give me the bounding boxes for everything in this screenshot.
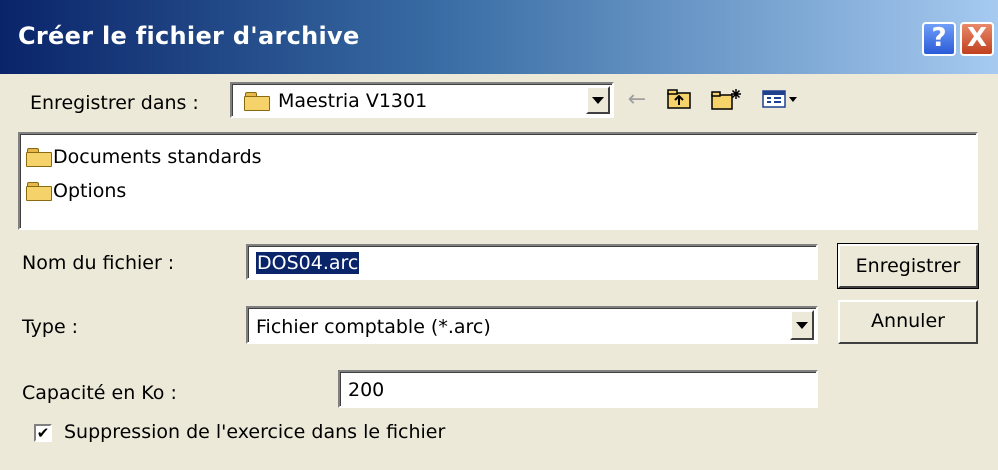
delete-option-checkbox[interactable]: ✔ [34,424,52,442]
list-item[interactable]: Documents standards [26,146,262,168]
close-button[interactable]: X [960,22,994,56]
cancel-button[interactable]: Annuler [838,300,978,344]
file-type-label: Type : [22,316,79,338]
save-in-value: Maestria V1301 [278,90,428,112]
capacity-input[interactable]: 200 [338,370,818,408]
back-icon[interactable]: ← [620,84,654,114]
up-folder-icon[interactable] [660,84,698,114]
capacity-value: 200 [348,379,385,401]
title-bar[interactable]: Créer le fichier d'archive ? X [0,0,998,74]
chevron-down-icon [592,96,604,104]
file-name-value: DOS04.arc [254,251,361,275]
capacity-label: Capacité en Ko : [22,382,177,404]
save-in-dropdown-button[interactable] [586,86,610,114]
file-type-select[interactable]: Fichier comptable (*.arc) [246,306,818,344]
save-in-combo[interactable]: Maestria V1301 [230,82,614,118]
file-type-dropdown-button[interactable] [790,310,814,340]
list-item[interactable]: Options [26,180,126,202]
save-button[interactable]: Enregistrer [837,243,979,289]
file-name-input[interactable]: DOS04.arc [246,244,818,280]
file-name-label: Nom du fichier : [22,252,175,274]
folder-icon [26,148,52,167]
list-item-label: Documents standards [53,146,262,168]
up-folder-glyph [667,89,691,109]
window-title: Créer le fichier d'archive [18,22,360,50]
view-menu-glyph [762,90,797,108]
view-menu-icon[interactable] [756,84,806,114]
list-item-label: Options [53,180,127,202]
save-in-label: Enregistrer dans : [30,92,199,114]
delete-option-label: Suppression de l'exercice dans le fichie… [64,421,446,443]
folder-icon [26,182,52,201]
new-folder-icon[interactable] [706,84,748,114]
file-list[interactable]: Documents standards Options [18,132,978,230]
chevron-down-icon [796,321,808,329]
new-folder-glyph [711,89,741,110]
file-type-value: Fichier comptable (*.arc) [256,316,491,338]
help-button[interactable]: ? [922,22,956,56]
folder-icon [244,92,270,111]
